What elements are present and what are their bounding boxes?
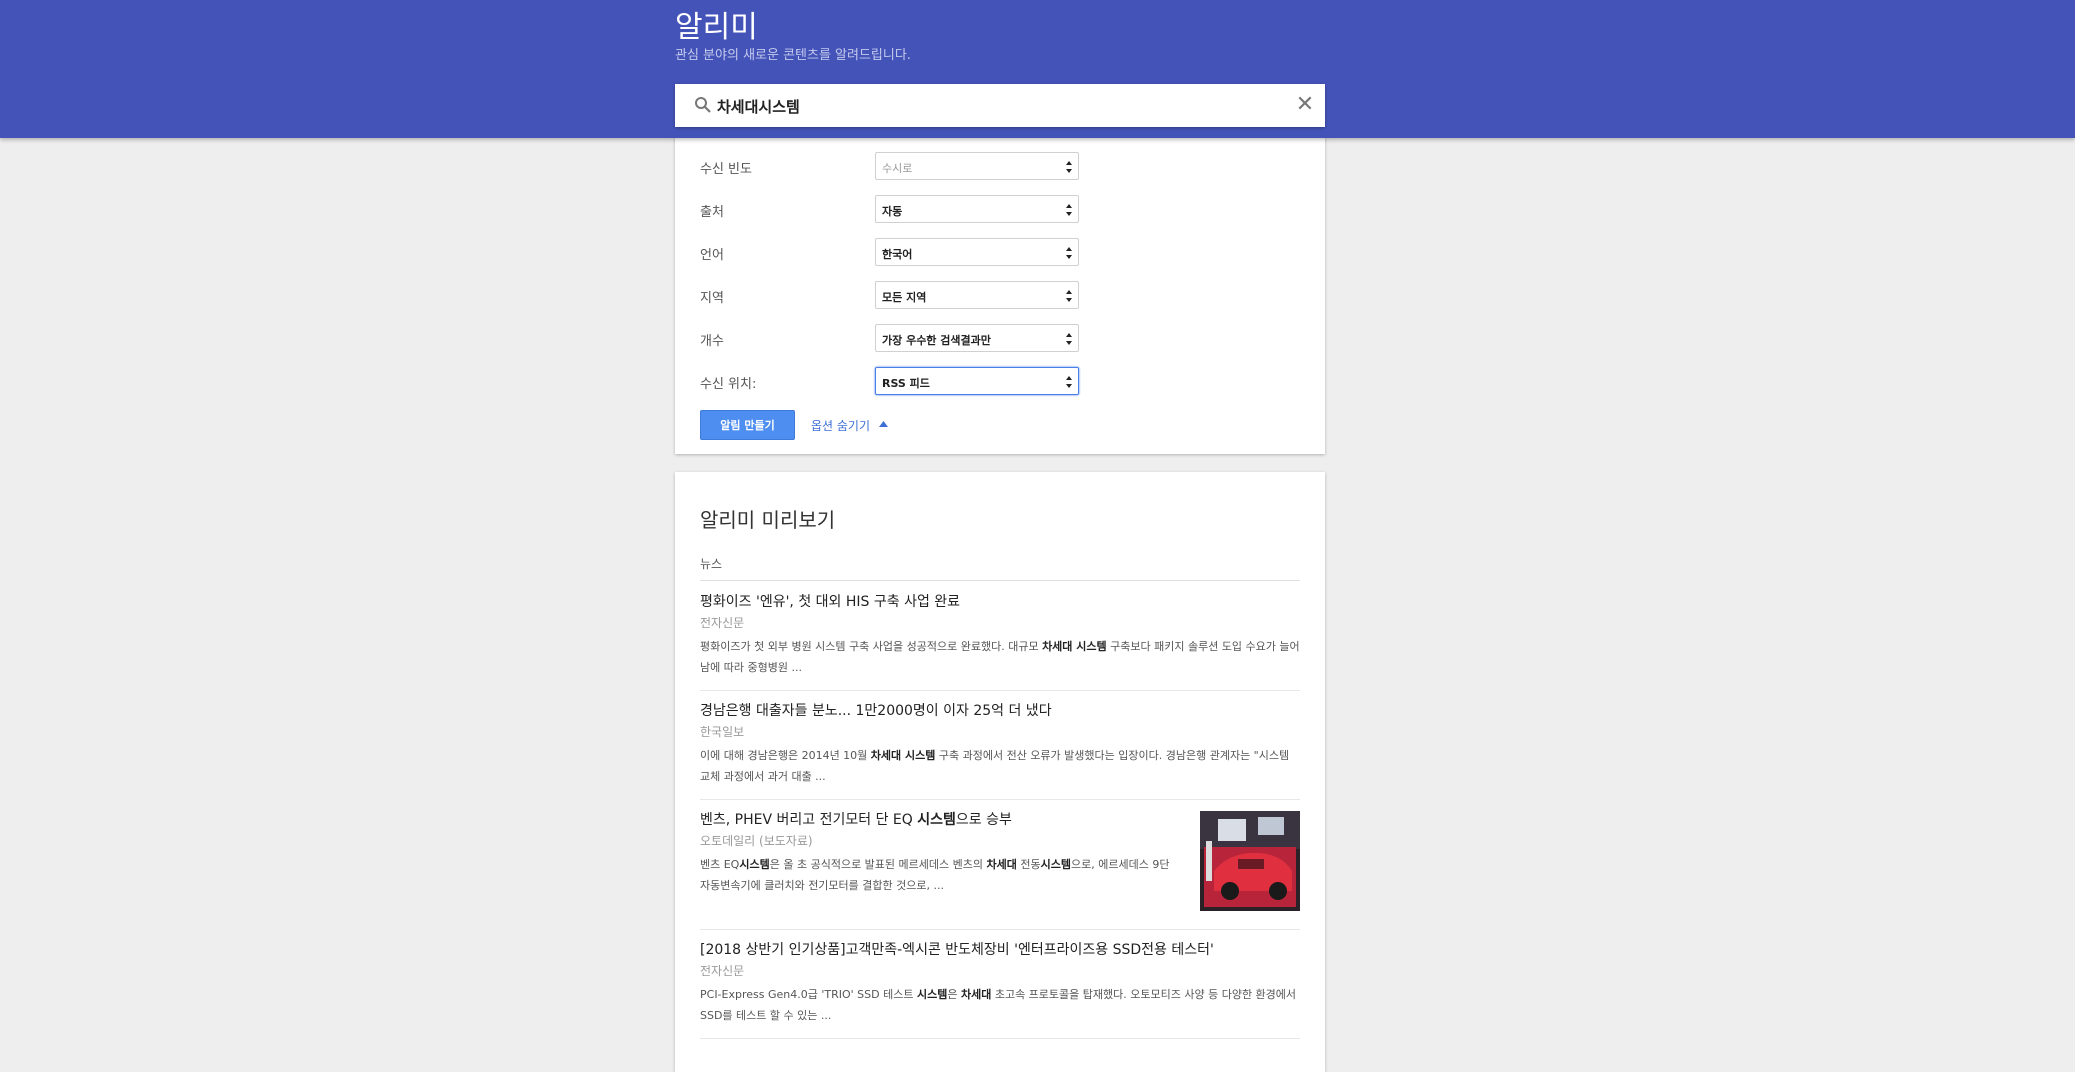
- news-source: 전자신문: [700, 616, 745, 630]
- select-value: 자동: [882, 205, 903, 218]
- select-arrows-icon: [1066, 290, 1072, 302]
- select-value: 모든 지역: [882, 291, 927, 304]
- news-snippet: 평화이즈가 첫 외부 병원 시스템 구축 사업을 성공적으로 완료했다. 대규모…: [700, 640, 1300, 674]
- news-title[interactable]: [2018 상반기 인기상품]고객만족-엑시콘 반도체장비 '엔터프라이즈용 S…: [700, 940, 1300, 960]
- news-source: 오토데일리 (보도자료): [700, 834, 813, 848]
- option-label: 수신 위치:: [700, 377, 757, 392]
- search-box[interactable]: ✕: [675, 84, 1325, 127]
- select-value: 수시로: [882, 162, 913, 175]
- select-value: RSS 피드: [882, 377, 930, 390]
- divider: [700, 799, 1300, 800]
- select-arrows-icon: [1066, 204, 1072, 216]
- select-arrows-icon: [1066, 376, 1072, 388]
- option-label: 개수: [700, 334, 724, 349]
- select-value: 가장 우수한 검색결과만: [882, 334, 991, 347]
- option-row-region: 지역 모든 지역: [700, 281, 1300, 311]
- news-snippet: PCI-Express Gen4.0급 'TRIO' SSD 테스트 시스템은 …: [700, 988, 1297, 1022]
- select-arrows-icon: [1066, 161, 1072, 173]
- search-icon: [695, 97, 711, 113]
- news-title[interactable]: 경남은행 대출자들 분노... 1만2000명이 이자 25억 더 냈다: [700, 701, 1300, 721]
- news-title[interactable]: 벤츠, PHEV 버리고 전기모터 단 EQ 시스템으로 승부: [700, 810, 1180, 830]
- option-row-source: 출처 자동: [700, 195, 1300, 225]
- section-label-news: 뉴스: [700, 557, 723, 571]
- select-arrows-icon: [1066, 247, 1072, 259]
- option-label: 언어: [700, 248, 724, 263]
- hide-options-link[interactable]: 옵션 숨기기: [811, 417, 870, 434]
- news-item[interactable]: 경남은행 대출자들 분노... 1만2000명이 이자 25억 더 냈다 한국일…: [700, 701, 1300, 787]
- app-title: 알리미: [675, 10, 758, 45]
- option-row-frequency: 수신 빈도 수시로: [700, 152, 1300, 182]
- preview-title: 알리미 미리보기: [700, 508, 836, 532]
- close-icon[interactable]: ✕: [1293, 93, 1317, 117]
- chevron-up-icon[interactable]: [879, 421, 888, 427]
- news-item[interactable]: 벤츠, PHEV 버리고 전기모터 단 EQ 시스템으로 승부 오토데일리 (보…: [700, 810, 1180, 896]
- option-label: 지역: [700, 291, 724, 306]
- count-select[interactable]: 가장 우수한 검색결과만: [875, 324, 1079, 352]
- news-item[interactable]: [2018 상반기 인기상품]고객만족-엑시콘 반도체장비 '엔터프라이즈용 S…: [700, 940, 1300, 1026]
- app-subtitle: 관심 분야의 새로운 콘텐츠를 알려드립니다.: [675, 48, 911, 63]
- divider: [700, 929, 1300, 930]
- options-card: 수신 빈도 수시로 출처 자동 언어 한국어 지역 모든 지역 개수 가장 우수…: [675, 130, 1325, 454]
- option-row-language: 언어 한국어: [700, 238, 1300, 268]
- news-snippet: 이에 대해 경남은행은 2014년 10월 차세대 시스템 구축 과정에서 전산…: [700, 749, 1290, 783]
- news-thumbnail-image[interactable]: [1200, 811, 1300, 911]
- deliver-to-select[interactable]: RSS 피드: [875, 367, 1079, 395]
- option-label: 출처: [700, 205, 724, 220]
- news-title[interactable]: 평화이즈 '엔유', 첫 대외 HIS 구축 사업 완료: [700, 592, 1300, 612]
- option-label: 수신 빈도: [700, 162, 752, 177]
- news-snippet: 벤츠 EQ시스템은 올 초 공식적으로 발표된 메르세데스 벤츠의 차세대 전동…: [700, 858, 1170, 892]
- create-alert-button[interactable]: 알림 만들기: [700, 410, 795, 440]
- select-arrows-icon: [1066, 333, 1072, 345]
- divider: [700, 580, 1300, 581]
- source-select[interactable]: 자동: [875, 195, 1079, 223]
- frequency-select[interactable]: 수시로: [875, 152, 1079, 180]
- news-item[interactable]: 평화이즈 '엔유', 첫 대외 HIS 구축 사업 완료 전자신문 평화이즈가 …: [700, 592, 1300, 678]
- preview-card: 알리미 미리보기 뉴스 평화이즈 '엔유', 첫 대외 HIS 구축 사업 완료…: [675, 472, 1325, 1072]
- search-input[interactable]: [715, 91, 1279, 121]
- option-row-deliver-to: 수신 위치: RSS 피드: [700, 367, 1300, 397]
- language-select[interactable]: 한국어: [875, 238, 1079, 266]
- divider: [700, 1038, 1300, 1039]
- header: 알리미 관심 분야의 새로운 콘텐츠를 알려드립니다. ✕: [0, 0, 2075, 138]
- news-source: 전자신문: [700, 964, 745, 978]
- region-select[interactable]: 모든 지역: [875, 281, 1079, 309]
- select-value: 한국어: [882, 248, 913, 261]
- option-row-count: 개수 가장 우수한 검색결과만: [700, 324, 1300, 354]
- divider: [700, 690, 1300, 691]
- news-source: 한국일보: [700, 725, 745, 739]
